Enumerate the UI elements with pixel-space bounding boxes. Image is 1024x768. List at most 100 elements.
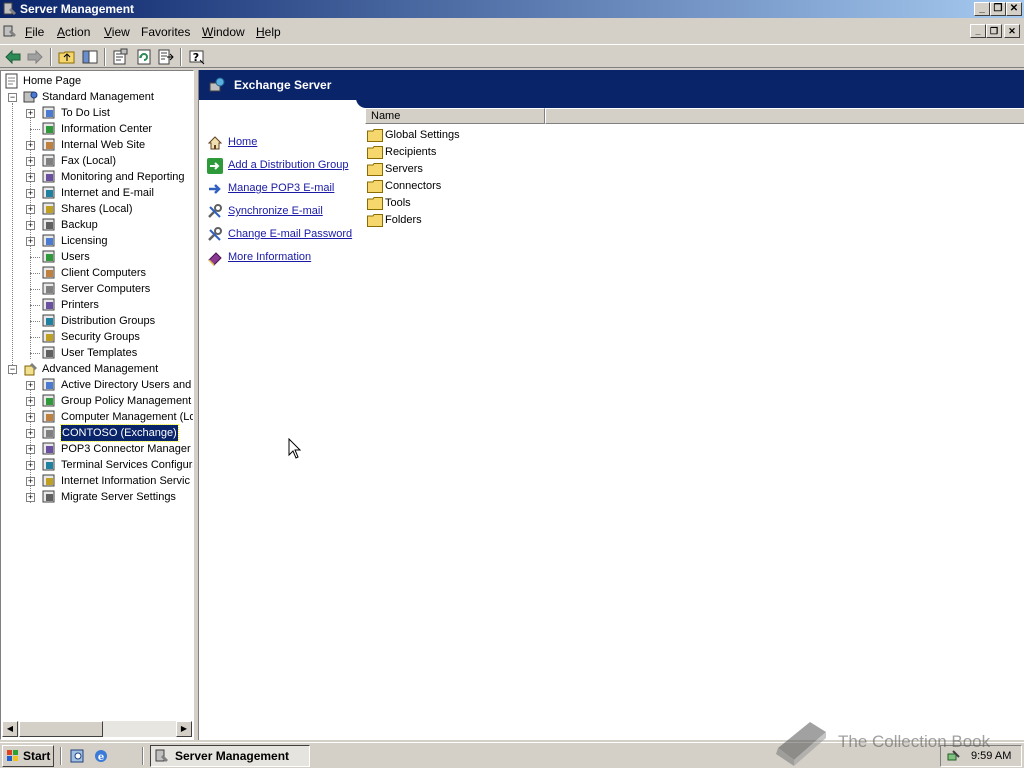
refresh-icon[interactable] (135, 48, 153, 66)
menu-file[interactable]: File (25, 25, 44, 39)
tree-line (30, 305, 40, 306)
expand-toggle[interactable]: + (26, 413, 35, 422)
export-list-icon[interactable] (157, 48, 175, 66)
collapse-toggle[interactable]: − (8, 365, 17, 374)
expand-toggle[interactable]: + (26, 173, 35, 182)
folder-icon (367, 180, 383, 193)
home-page-icon (5, 73, 18, 89)
menu-action[interactable]: Action (57, 25, 90, 39)
menu-view[interactable]: View (104, 25, 130, 39)
home-icon (207, 136, 223, 150)
help-icon[interactable]: ? (188, 48, 206, 66)
folder-icon (367, 163, 383, 176)
backup-icon (42, 218, 55, 231)
users-icon (42, 250, 55, 263)
tree-line (30, 289, 40, 290)
server-computers-icon (42, 282, 55, 295)
maximize-button[interactable]: ❐ (990, 2, 1006, 16)
taskbar-window-server-management[interactable]: Server Management (150, 745, 310, 767)
expand-toggle[interactable]: + (26, 237, 35, 246)
licensing-icon (42, 234, 55, 247)
migrate-server-settings-icon (42, 490, 55, 503)
security-groups-icon (42, 330, 55, 343)
forward-arrow-icon[interactable] (26, 48, 44, 66)
expand-toggle[interactable]: + (26, 381, 35, 390)
active-directory-users-and-icon (42, 378, 55, 391)
column-header-name[interactable]: Name (365, 108, 545, 124)
expand-toggle[interactable]: + (26, 221, 35, 230)
console-tree[interactable]: Home Page − Standard Management + To Do L… (0, 70, 194, 740)
scroll-thumb[interactable] (19, 721, 103, 737)
watermark-text: The Collection Book (838, 732, 991, 751)
menu-bar: File Action View Favorites Window Help (0, 20, 1024, 42)
folder-icon (367, 129, 383, 142)
toolbar: ? (0, 44, 1024, 68)
distribution-groups-icon (42, 314, 55, 327)
menu-favorites[interactable]: Favorites (141, 25, 190, 39)
collapse-toggle[interactable]: − (8, 93, 17, 102)
menu-window[interactable]: Window (202, 25, 245, 39)
expand-toggle[interactable]: + (26, 445, 35, 454)
child-minimize-button[interactable]: _ (970, 24, 986, 38)
tree-line (30, 337, 40, 338)
up-folder-icon[interactable] (58, 48, 76, 66)
expand-toggle[interactable]: + (26, 429, 35, 438)
terminal-services-configura-icon (42, 458, 55, 471)
expand-toggle[interactable]: + (26, 189, 35, 198)
tools-icon (208, 227, 222, 241)
internet-explorer-icon[interactable]: e (93, 748, 109, 764)
blue-arrow-icon (209, 184, 221, 194)
panel-title: Exchange Server (234, 78, 332, 92)
expand-toggle[interactable]: + (26, 109, 35, 118)
computer-management-lo-icon (42, 410, 55, 423)
green-arrow-icon (207, 158, 223, 174)
internal-web-site-icon (42, 138, 55, 151)
panel-banner: Exchange Server (199, 70, 1024, 100)
menu-help[interactable]: Help (256, 25, 281, 39)
server-management-icon (155, 749, 168, 762)
fax-local-icon (42, 154, 55, 167)
book-logo-icon (776, 722, 826, 766)
show-hide-tree-icon[interactable] (81, 48, 99, 66)
internet-and-e-mail-icon (42, 186, 55, 199)
advanced-management-icon (24, 363, 37, 376)
start-button[interactable]: Start (2, 745, 54, 767)
scroll-right-button[interactable]: ▶ (176, 721, 192, 737)
child-close-button[interactable]: ✕ (1004, 24, 1020, 38)
expand-toggle[interactable]: + (26, 493, 35, 502)
tree-line (30, 273, 40, 274)
printers-icon (42, 298, 55, 311)
console-icon[interactable] (3, 24, 17, 38)
close-button[interactable]: ✕ (1006, 2, 1022, 16)
minimize-button[interactable]: _ (974, 2, 990, 16)
taskbar-separator (142, 747, 144, 765)
monitoring-and-reporting-icon (42, 170, 55, 183)
expand-toggle[interactable]: + (26, 397, 35, 406)
toolbar-separator (50, 48, 52, 66)
window-title: Server Management (20, 2, 135, 16)
scroll-left-button[interactable]: ◀ (2, 721, 18, 737)
group-policy-management-icon (42, 394, 55, 407)
to-do-list-icon (42, 106, 55, 119)
expand-toggle[interactable]: + (26, 205, 35, 214)
expand-toggle[interactable]: + (26, 461, 35, 470)
expand-toggle[interactable]: + (26, 141, 35, 150)
banner-tab (356, 98, 1024, 108)
svg-text:?: ? (193, 51, 199, 64)
title-bar[interactable]: Server Management _ ❐ ✕ (0, 0, 1024, 18)
server-management-icon (3, 2, 16, 15)
internet-information-servic-icon (42, 474, 55, 487)
tree-horizontal-scrollbar[interactable]: ◀ ▶ (2, 721, 192, 737)
details-pane: Exchange Server Home Add a Distribution … (198, 70, 1024, 740)
windows-logo-icon (7, 750, 18, 761)
expand-toggle[interactable]: + (26, 157, 35, 166)
toolbar-separator (180, 48, 182, 66)
child-restore-button[interactable]: ❐ (986, 24, 1002, 38)
contoso-exchange-icon (42, 426, 55, 439)
expand-toggle[interactable]: + (26, 477, 35, 486)
tree-line (12, 103, 13, 375)
back-arrow-icon[interactable] (4, 48, 22, 66)
server-management-quick-launch-icon[interactable] (70, 748, 86, 764)
tree-line (30, 129, 40, 130)
properties-icon[interactable] (111, 48, 129, 66)
